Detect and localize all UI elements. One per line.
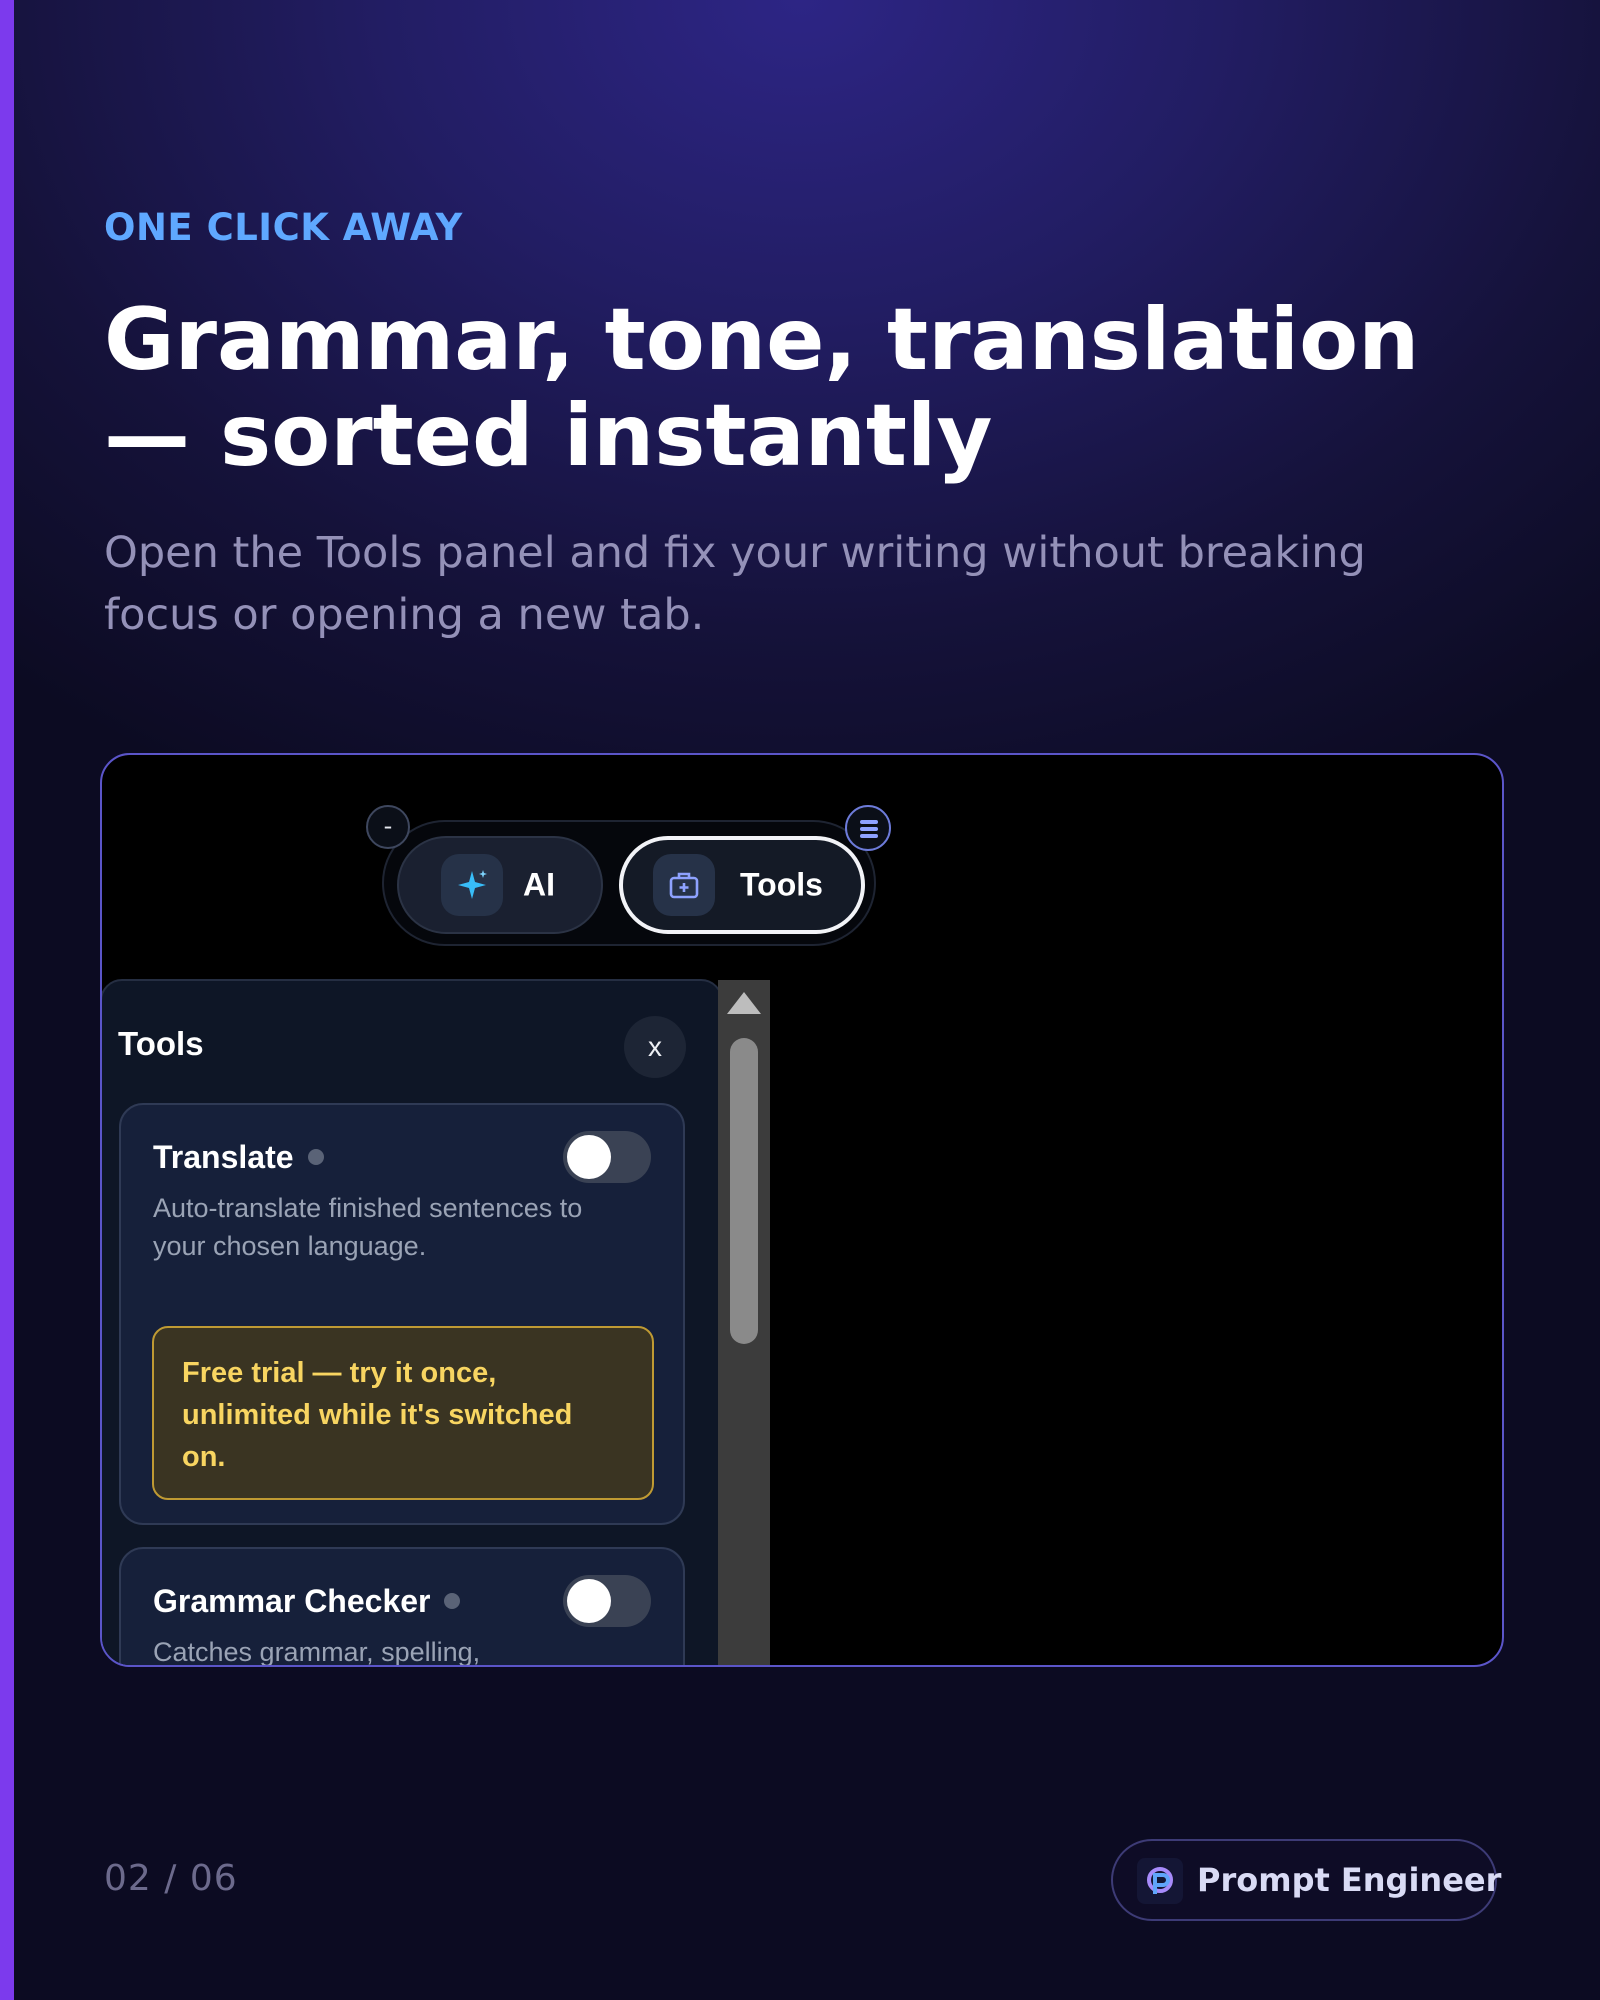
brand-name: Prompt Engineer [1197, 1861, 1502, 1899]
tools-tab-label: Tools [740, 866, 823, 903]
screenshot-frame: AI Tools - Tools x Translate Auto-transl… [100, 753, 1504, 1667]
headline-line-1: Grammar, tone, translation [104, 290, 1420, 390]
ai-tab-label: AI [523, 866, 555, 903]
menu-button[interactable] [845, 805, 891, 851]
tools-panel-title: Tools [118, 1025, 204, 1062]
brand-badge: Prompt Engineer [1111, 1839, 1501, 1921]
eyebrow: ONE CLICK AWAY [104, 206, 463, 249]
tools-tab[interactable]: Tools [619, 836, 865, 934]
translate-toggle[interactable] [563, 1131, 651, 1183]
ai-tab[interactable]: AI [397, 836, 603, 934]
subhead: Open the Tools panel and fix your writin… [104, 528, 1366, 640]
menu-icon [860, 820, 878, 838]
floating-toolbar: AI Tools [382, 820, 876, 946]
translate-title: Translate [153, 1139, 324, 1176]
accent-bar [0, 0, 14, 2000]
trial-notice: Free trial — try it once, unlimited whil… [152, 1326, 654, 1500]
grammar-checker-card: Grammar Checker Catches grammar, spellin… [119, 1547, 685, 1667]
brand-logo-icon [1137, 1858, 1183, 1904]
grammar-checker-toggle[interactable] [563, 1575, 651, 1627]
status-dot-icon [307, 1148, 324, 1165]
translate-description: Auto-translate finished sentences to you… [153, 1193, 583, 1261]
minimize-button[interactable]: - [366, 805, 410, 849]
tools-panel: Tools x Translate Auto-translate finishe… [102, 979, 723, 1667]
scroll-up-icon[interactable] [727, 992, 761, 1014]
headline: Grammar, tone, translation — sorted inst… [104, 292, 1524, 484]
page-counter: 02 / 06 [104, 1858, 238, 1899]
headline-line-2: — sorted instantly [104, 386, 993, 486]
scroll-thumb[interactable] [730, 1038, 758, 1344]
toolbox-icon [653, 854, 715, 916]
grammar-checker-description: Catches grammar, spelling, [153, 1637, 481, 1667]
status-dot-icon [444, 1592, 461, 1609]
translate-card: Translate Auto-translate finished senten… [119, 1103, 685, 1525]
sparkle-icon [441, 854, 503, 916]
panel-scrollbar[interactable] [718, 980, 770, 1665]
grammar-checker-title: Grammar Checker [153, 1583, 461, 1620]
trial-notice-text: Free trial — try it once, unlimited whil… [182, 1357, 573, 1473]
close-button[interactable]: x [624, 1016, 686, 1078]
